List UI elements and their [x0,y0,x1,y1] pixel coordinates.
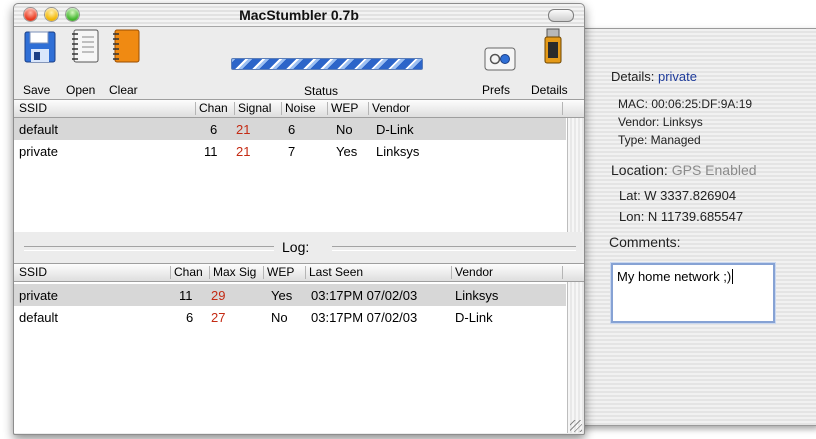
log-table: SSID Chan Max Sig WEP Last Seen Vendor p… [14,263,584,433]
cell-signal: 21 [236,122,251,137]
details-heading: Details: private [611,69,697,84]
save-button[interactable]: Save [20,28,60,104]
cell-wep: Yes [336,144,358,159]
col-noise[interactable]: Noise [281,102,316,115]
log-row[interactable]: private 11 29 Yes 03:17PM 07/02/03 Links… [14,284,566,306]
col-vendor[interactable]: Vendor [451,266,493,279]
log-row[interactable]: default 6 27 No 03:17PM 07/02/03 D-Link [14,306,566,328]
cell-last-seen: 03:17PM 07/02/03 [311,288,418,303]
status-label: Status [304,84,339,98]
location-label: Location: [611,162,668,178]
col-max-sig[interactable]: Max Sig [209,266,256,279]
divider-line-left [24,246,274,251]
prefs-label: Prefs [482,83,511,97]
col-ssid[interactable]: SSID [16,102,47,115]
network-row[interactable]: default 6 21 6 No D-Link [14,118,566,140]
open-button[interactable]: Open [62,28,102,104]
clear-label: Clear [109,83,138,97]
comments-label: Comments: [609,234,681,250]
cell-wep: No [336,122,353,137]
toolbar-toggle-button[interactable] [548,9,574,22]
log-scrollbar[interactable] [567,282,584,433]
cell-wep: No [271,310,288,325]
header-corner [562,102,584,115]
col-chan[interactable]: Chan [195,102,228,115]
cell-last-seen: 03:17PM 07/02/03 [311,310,418,325]
cell-vendor: Linksys [455,288,499,303]
details-mac: MAC: 00:06:25:DF:9A:19 [618,97,753,111]
cell-ssid: default [19,122,59,137]
details-type: Type: Managed [618,133,701,147]
airport-card-icon [544,28,562,64]
comments-field[interactable]: My home network ;) [611,263,775,323]
comments-text: My home network ;) [617,269,732,284]
details-label-toolbar: Details [531,83,568,97]
status-progress-bar [231,58,423,70]
preferences-switch-icon [484,47,516,71]
col-signal[interactable]: Signal [234,102,271,115]
orange-notebook-icon [113,29,140,63]
cell-noise: 6 [288,122,296,137]
col-ssid[interactable]: SSID [16,266,47,279]
prefs-button[interactable]: Prefs [480,28,520,104]
networks-table-header: SSID Chan Signal Noise WEP Vendor [14,99,584,118]
details-lat: Lat: W 3337.826904 [619,188,737,203]
cell-ssid: private [19,144,59,159]
cell-vendor: D-Link [376,122,414,137]
divider-line-right [332,246,576,251]
details-label: Details: [611,69,655,84]
networks-table: SSID Chan Signal Noise WEP Vendor defaul… [14,99,584,232]
details-vendor: Vendor: Linksys [618,115,703,129]
cell-chan: 11 [179,288,193,303]
main-window: MacStumbler 0.7b Save Open Clear Status … [13,3,585,435]
cell-wep: Yes [271,288,293,303]
network-row[interactable]: private 11 21 7 Yes Linksys [14,140,566,162]
log-title: Log: [282,239,310,255]
cell-chan: 6 [186,310,194,325]
title-bar[interactable]: MacStumbler 0.7b [14,4,584,27]
cell-vendor: D-Link [455,310,493,325]
col-last-seen[interactable]: Last Seen [305,266,363,279]
text-cursor [732,269,734,284]
open-label: Open [66,83,96,97]
col-wep[interactable]: WEP [263,266,294,279]
details-drawer [560,28,816,426]
cell-vendor: Linksys [376,144,420,159]
cell-max-sig: 29 [211,288,226,303]
floppy-disk-icon [24,31,56,63]
cell-chan: 6 [210,122,218,137]
cell-signal: 21 [236,144,251,159]
col-vendor[interactable]: Vendor [368,102,410,115]
header-corner [562,266,584,279]
details-button[interactable]: Details [528,28,578,104]
col-wep[interactable]: WEP [327,102,358,115]
log-divider[interactable]: Log: [14,232,584,262]
cell-ssid: private [19,288,59,303]
clear-button[interactable]: Clear [104,28,146,104]
details-location: Location: GPS Enabled [611,162,757,178]
cell-noise: 7 [288,144,296,159]
log-table-header: SSID Chan Max Sig WEP Last Seen Vendor [14,263,584,282]
save-label: Save [23,83,51,97]
networks-scrollbar[interactable] [567,118,584,232]
col-chan[interactable]: Chan [170,266,203,279]
resize-grip[interactable] [570,420,582,432]
details-lon: Lon: N 11739.685547 [619,209,744,224]
window-title: MacStumbler 0.7b [239,7,359,23]
location-value: GPS Enabled [671,162,757,178]
cell-max-sig: 27 [211,310,226,325]
notebook-icon [72,29,99,63]
cell-chan: 11 [204,144,218,159]
cell-ssid: default [19,310,59,325]
details-network-name: private [657,69,698,84]
